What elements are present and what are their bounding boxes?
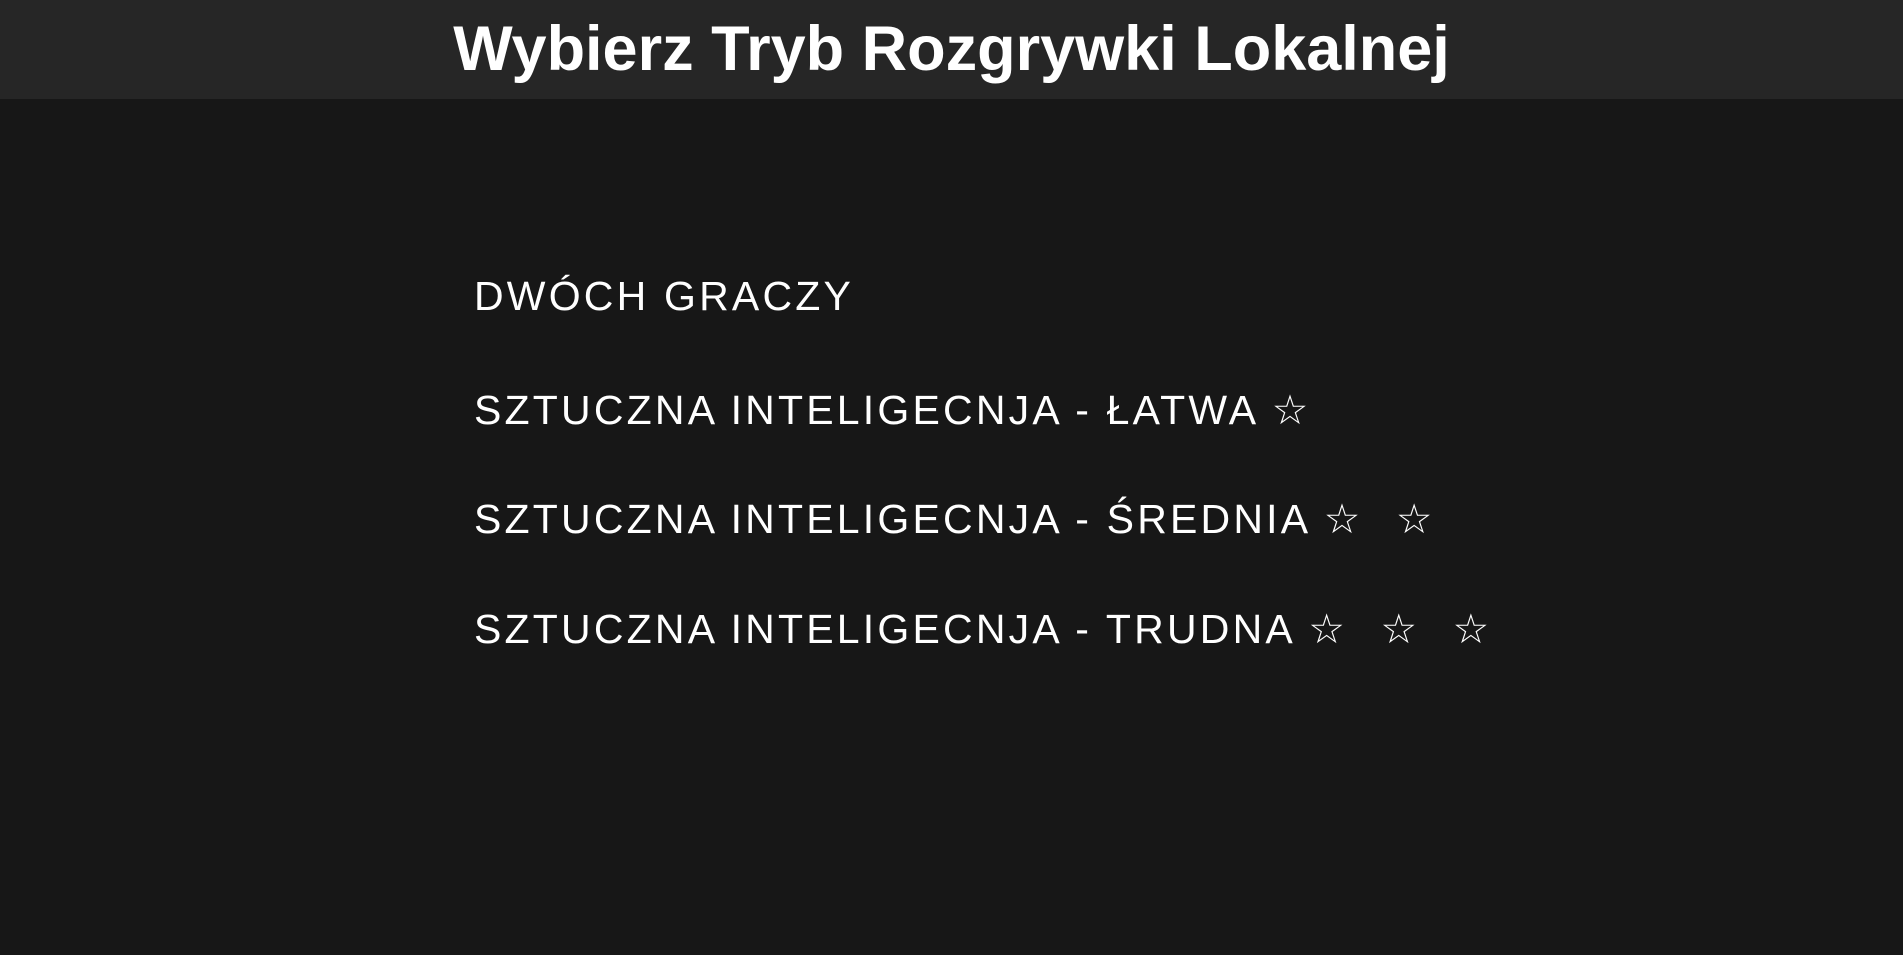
mode-option-label: SZTUCZNA INTELIGECNJA - TRUDNA	[474, 606, 1294, 652]
mode-option-ai-medium[interactable]: SZTUCZNA INTELIGECNJA - ŚREDNIA ☆ ☆	[474, 489, 1445, 549]
mode-option-label: SZTUCZNA INTELIGECNJA - ŁATWA	[474, 387, 1258, 433]
mode-option-label: SZTUCZNA INTELIGECNJA - ŚREDNIA	[474, 496, 1310, 542]
difficulty-star-icon: ☆ ☆	[1323, 496, 1445, 542]
game-mode-menu: DWÓCH GRACZY SZTUCZNA INTELIGECNJA - ŁAT…	[474, 0, 1574, 955]
mode-option-two-players[interactable]: DWÓCH GRACZY	[474, 266, 854, 326]
mode-option-label: DWÓCH GRACZY	[474, 273, 855, 319]
mode-option-ai-easy[interactable]: SZTUCZNA INTELIGECNJA - ŁATWA ☆	[474, 380, 1320, 440]
difficulty-star-icon: ☆ ☆ ☆	[1308, 606, 1502, 652]
difficulty-star-icon: ☆	[1271, 387, 1321, 433]
mode-option-ai-hard[interactable]: SZTUCZNA INTELIGECNJA - TRUDNA ☆ ☆ ☆	[474, 599, 1501, 659]
